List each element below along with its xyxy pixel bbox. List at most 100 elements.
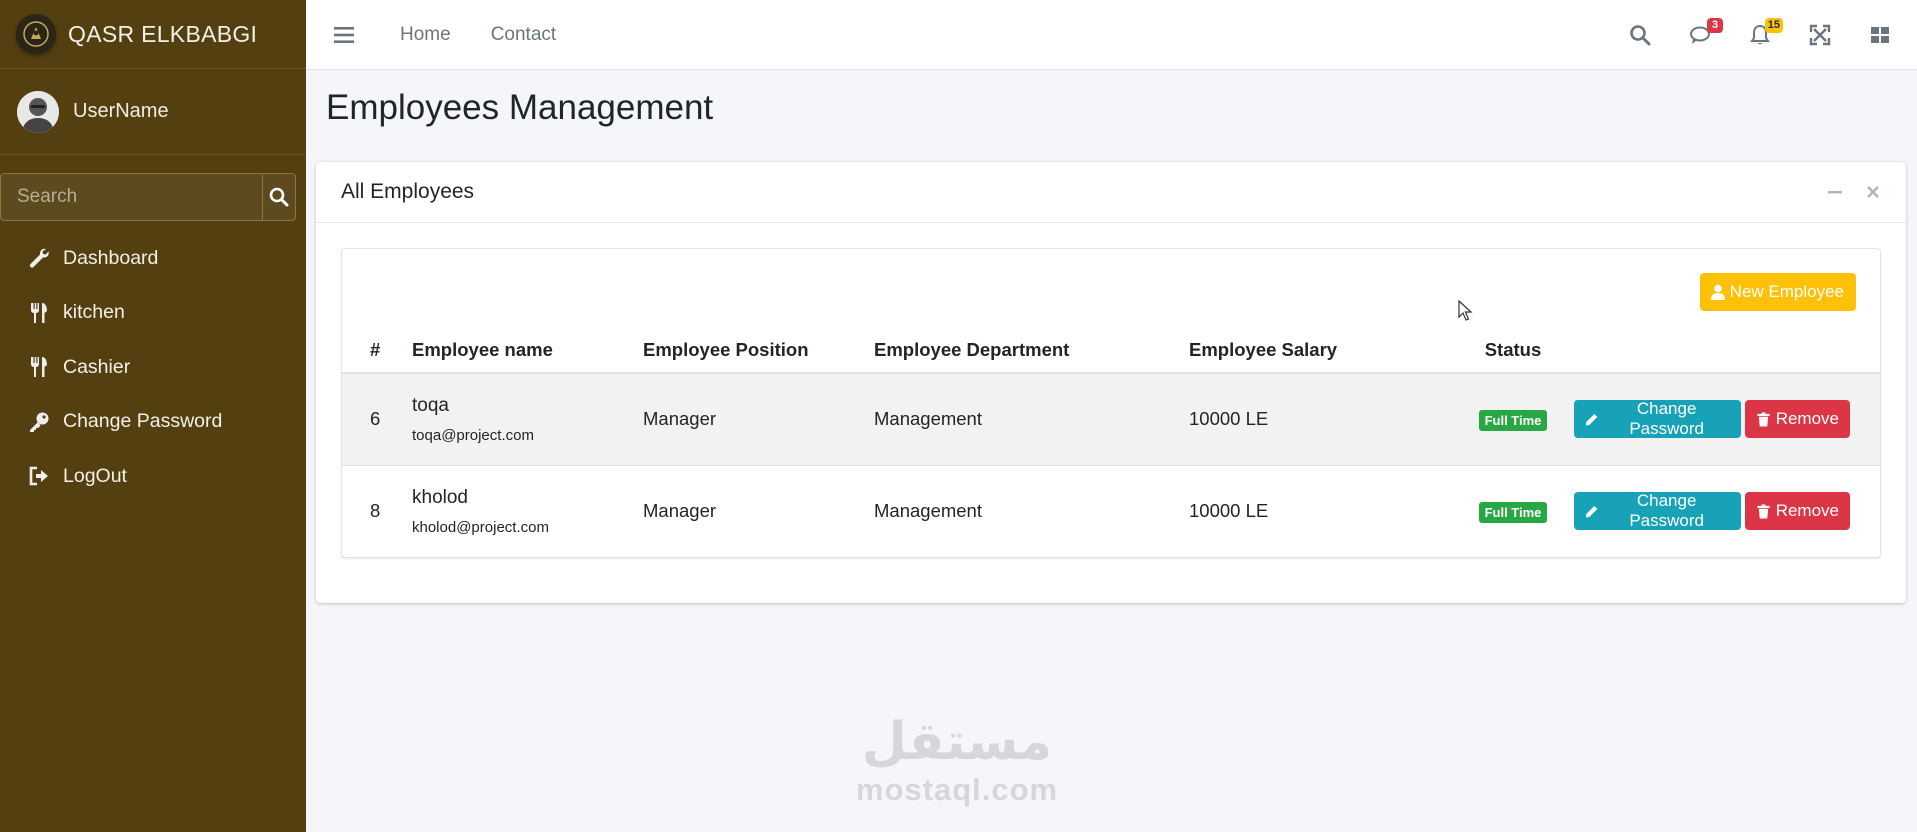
top-navbar: Home Contact 3 15 (306, 0, 1917, 70)
user-panel[interactable]: UserName (0, 69, 306, 155)
column-header-salary[interactable]: Employee Salary (1189, 327, 1452, 374)
mouse-cursor-icon (1458, 300, 1473, 321)
employees-table: # Employee name Employee Position Employ… (342, 327, 1880, 558)
sidebar-search-input[interactable] (0, 173, 262, 221)
cell-name: toqa toqa@project.com (412, 373, 643, 466)
remove-label: Remove (1775, 501, 1839, 520)
status-badge: Full Time (1478, 501, 1548, 523)
notifications-badge: 15 (1764, 17, 1783, 33)
employee-email: toqa@project.com (412, 426, 534, 444)
change-password-button[interactable]: Change Password (1574, 491, 1741, 530)
nav-link-home[interactable]: Home (400, 24, 451, 46)
sidebar-item-label: Change Password (63, 410, 223, 433)
avatar (17, 90, 59, 133)
cell-salary: 10000 LE (1189, 373, 1452, 466)
card-body: New Employee # Employee name Employee Po… (316, 223, 1906, 583)
remove-button[interactable]: Remove (1744, 400, 1850, 439)
table-row: 8 kholod kholod@project.com Manager Mana… (342, 465, 1880, 558)
pencil-icon (1585, 413, 1598, 426)
employees-card: All Employees New Employee # Employee na… (316, 162, 1906, 603)
trash-icon (1757, 503, 1770, 519)
sidebar-item-logout[interactable]: LogOut (0, 449, 306, 504)
card-header: All Employees (316, 162, 1906, 223)
cell-department: Management (874, 465, 1189, 558)
navbar-right: 3 15 (1595, 17, 1895, 50)
column-header-department[interactable]: Employee Department (874, 327, 1189, 374)
card-title: All Employees (341, 180, 475, 203)
change-password-button[interactable]: Change Password (1574, 399, 1741, 439)
cell-position: Manager (643, 465, 874, 558)
bell-icon[interactable]: 15 (1745, 17, 1783, 50)
table-row: 6 toqa toqa@project.com Manager Manageme… (342, 373, 1880, 466)
table-header-row: # Employee name Employee Position Employ… (342, 327, 1880, 374)
cell-actions: Change Password Remove (1574, 373, 1880, 466)
remove-button[interactable]: Remove (1744, 492, 1850, 530)
watermark-latin: mostaql.com (855, 772, 1059, 807)
sidebar-item-label: LogOut (63, 464, 127, 487)
user-icon (1710, 284, 1725, 300)
brand-link[interactable]: QASR ELKBABGI (0, 0, 306, 69)
column-header-status[interactable]: Status (1452, 327, 1574, 374)
minus-icon (1828, 191, 1842, 194)
change-password-label: Change Password (1629, 399, 1704, 439)
sidebar-item-change-password[interactable]: Change Password (0, 395, 306, 450)
cell-name: kholod kholod@project.com (412, 465, 643, 558)
close-button[interactable] (1858, 177, 1888, 207)
cell-status: Full Time (1452, 465, 1574, 558)
nav-link-contact[interactable]: Contact (491, 24, 556, 46)
search-icon (269, 187, 289, 207)
sidebar-item-kitchen[interactable]: kitchen (0, 286, 306, 341)
sidebar-item-cashier[interactable]: Cashier (0, 340, 306, 395)
cell-actions: Change Password Remove (1574, 465, 1880, 558)
employee-name: toqa (412, 394, 449, 416)
employees-table-wrapper: New Employee # Employee name Employee Po… (341, 248, 1881, 558)
key-icon (27, 410, 51, 434)
new-employee-label: New Employee (1729, 282, 1844, 301)
cell-salary: 10000 LE (1189, 465, 1452, 558)
column-header-position[interactable]: Employee Position (643, 327, 874, 374)
messages-icon[interactable]: 3 (1685, 17, 1723, 50)
sign-out-icon (27, 464, 51, 488)
close-icon (1867, 186, 1879, 198)
sidebar-nav: Dashboard kitchen Cashier Change Passwor… (0, 231, 306, 504)
employee-name: kholod (412, 486, 468, 508)
cell-id: 6 (342, 373, 412, 466)
cell-id: 8 (342, 465, 412, 558)
page-title: Employees Management (326, 88, 714, 127)
fullscreen-icon[interactable] (1805, 20, 1835, 50)
menu-toggle-icon[interactable] (334, 23, 358, 47)
status-badge: Full Time (1478, 409, 1548, 431)
cell-department: Management (874, 373, 1189, 466)
sidebar-search (0, 173, 306, 221)
column-header-actions (1574, 327, 1880, 374)
sidebar-item-label: Dashboard (63, 246, 159, 269)
column-header-name[interactable]: Employee name (412, 327, 643, 374)
sidebar-item-label: Cashier (63, 355, 131, 378)
control-sidebar-icon[interactable] (1865, 20, 1895, 50)
user-name[interactable]: UserName (73, 100, 169, 123)
employee-email: kholod@project.com (412, 518, 549, 536)
messages-badge: 3 (1707, 17, 1723, 33)
column-header-id[interactable]: # (342, 327, 412, 374)
utensils-icon (27, 355, 51, 379)
cell-status: Full Time (1452, 373, 1574, 466)
remove-label: Remove (1775, 409, 1839, 429)
sidebar: QASR ELKBABGI UserName Dashboard kitchen (0, 0, 306, 832)
watermark-arabic: مستقل (861, 712, 1053, 772)
crest-icon (16, 14, 56, 54)
utensils-icon (27, 301, 51, 325)
sidebar-item-dashboard[interactable]: Dashboard (0, 231, 306, 286)
trash-icon (1757, 412, 1770, 427)
watermark: مستقل mostaql.com (846, 712, 1068, 808)
change-password-label: Change Password (1629, 491, 1704, 530)
collapse-button[interactable] (1820, 177, 1850, 207)
sidebar-search-button[interactable] (262, 173, 296, 221)
new-employee-button[interactable]: New Employee (1699, 273, 1856, 311)
sidebar-item-label: kitchen (63, 301, 125, 324)
brand-name: QASR ELKBABGI (68, 20, 258, 47)
card-tools (1812, 177, 1888, 207)
wrench-icon (27, 246, 51, 270)
search-icon[interactable] (1625, 20, 1655, 50)
pencil-icon (1585, 505, 1598, 517)
cell-position: Manager (643, 373, 874, 466)
